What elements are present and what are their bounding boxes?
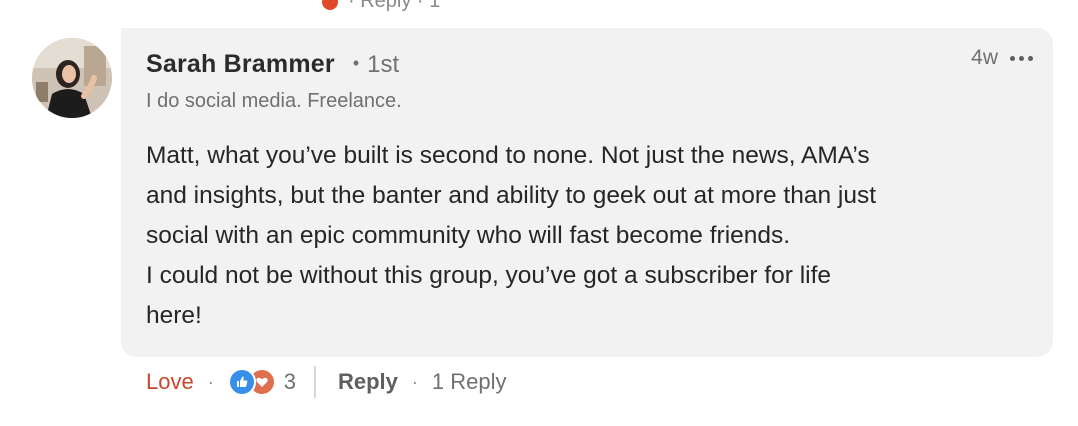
profile-photo-icon [32,38,112,118]
previous-comment-text: · Reply · 1 [348,0,441,12]
comment-actions: Love · 3 Reply · 1 Reply [146,364,506,400]
comment-line: I could not be without this group, you’v… [146,262,832,289]
comment-line: social with an epic community who will f… [146,222,791,249]
comment-bubble: Sarah Brammer • 1st I do social media. Fr… [121,28,1053,357]
comment-line: here! [146,302,202,329]
comment-thread: · Reply · 1 Sarah Brammer • 1st I do soci… [0,0,1078,426]
divider [313,366,316,398]
like-icon [227,368,256,396]
comment-line: Matt, what you’ve built is second to non… [146,142,870,169]
author-name[interactable]: Sarah Brammer [146,50,335,79]
replies-count-link[interactable]: 1 Reply [432,369,507,395]
avatar[interactable] [32,38,112,118]
ellipsis-icon[interactable] [1008,52,1035,65]
previous-comment-actions: · Reply · 1 [322,0,440,13]
timestamp: 4w [971,46,998,69]
comment-body: Matt, what you’ve built is second to non… [146,136,1036,336]
reply-button[interactable]: Reply [338,369,398,395]
reaction-count[interactable]: 3 [284,369,296,395]
degree-label: 1st [367,51,400,78]
connection-degree: • 1st [352,51,400,78]
author-headline: I do social media. Freelance. [146,90,402,112]
love-reaction-button[interactable]: Love [146,369,194,395]
reaction-icon [322,0,338,10]
reaction-icons[interactable] [227,368,276,396]
separator-dot: · [411,371,418,392]
comment-meta: 4w [971,46,1035,70]
comment-line: and insights, but the banter and ability… [146,182,877,209]
separator-dot: · [207,371,214,392]
author-line: Sarah Brammer • 1st [146,50,399,79]
